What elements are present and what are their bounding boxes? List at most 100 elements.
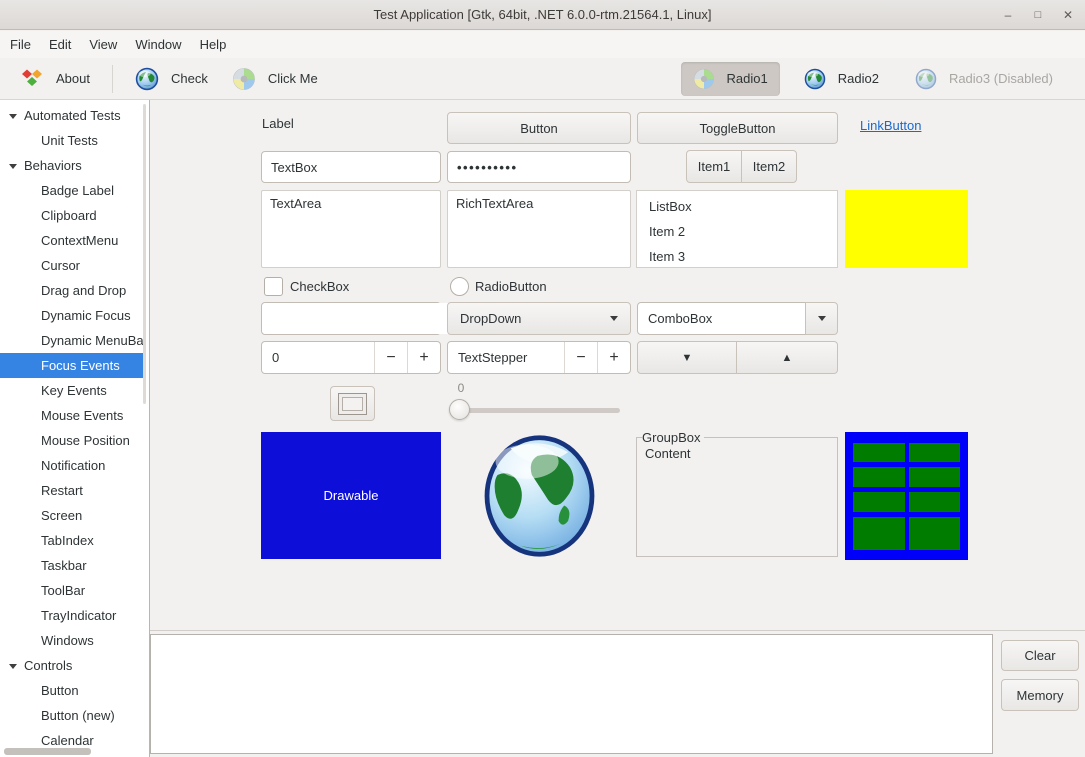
sidebar-item-taskbar[interactable]: Taskbar [0, 553, 145, 578]
sidebar-item-label: Drag and Drop [41, 283, 127, 298]
link-button[interactable]: LinkButton [860, 116, 921, 136]
sidebar-item-controls[interactable]: Controls [0, 653, 145, 678]
menu-item-file[interactable]: File [1, 31, 40, 58]
sidebar-item-label: ContextMenu [41, 233, 119, 248]
sidebar-item-key-events[interactable]: Key Events [0, 378, 145, 403]
sidebar-item-restart[interactable]: Restart [0, 478, 145, 503]
bordered-small-button[interactable] [330, 386, 375, 421]
text-stepper-value[interactable]: TextStepper [448, 342, 564, 373]
segment-button-item1[interactable]: Item1 [686, 150, 742, 183]
menu-item-view[interactable]: View [80, 31, 126, 58]
sidebar-item-label: Button [41, 683, 79, 698]
grid-box [845, 432, 968, 560]
editable-combobox[interactable] [261, 302, 467, 335]
tree-items: Automated Tests Unit Tests Behaviors Badge … [0, 103, 145, 753]
stepper-plus-button[interactable]: + [597, 342, 630, 373]
log-output[interactable] [150, 634, 993, 754]
text-stepper: TextStepper − + [447, 341, 631, 374]
grid-cell [853, 492, 905, 512]
grid-cell [853, 517, 905, 550]
horizontal-scrollbar-thumb[interactable] [4, 748, 91, 755]
grid-cell [853, 467, 905, 487]
sidebar-item-automated-tests[interactable]: Automated Tests [0, 103, 145, 128]
sidebar-item-button-new[interactable]: Button (new) [0, 703, 145, 728]
sidebar-item-clipboard[interactable]: Clipboard [0, 203, 145, 228]
radio-button-input[interactable] [450, 277, 469, 296]
sidebar-item-windows[interactable]: Windows [0, 628, 145, 653]
expander-icon[interactable] [9, 164, 17, 169]
grid-cell [908, 443, 960, 462]
yellow-panel [845, 190, 968, 268]
sidebar-item-label: Mouse Position [41, 433, 130, 448]
window-controls: – □ ✕ [1001, 0, 1075, 30]
clear-button[interactable]: Clear [1001, 640, 1079, 671]
dropdown-control[interactable]: DropDown [447, 302, 631, 335]
menu-item-window[interactable]: Window [126, 31, 190, 58]
sidebar-item-focus-events[interactable]: Focus Events [0, 353, 145, 378]
textarea[interactable]: TextArea [261, 190, 441, 268]
drawable-canvas[interactable]: Drawable [261, 432, 441, 559]
button-control[interactable]: Button [447, 112, 631, 144]
vertical-scrollbar[interactable] [143, 104, 146, 404]
sidebar-item-button[interactable]: Button [0, 678, 145, 703]
editable-combobox-input[interactable] [262, 303, 456, 334]
maximize-button[interactable]: □ [1031, 0, 1045, 30]
menu-item-help[interactable]: Help [191, 31, 236, 58]
combobox-dropdown-button[interactable] [805, 302, 838, 335]
password-input[interactable] [447, 151, 631, 183]
toggle-button[interactable]: ToggleButton [637, 112, 838, 144]
memory-button[interactable]: Memory [1001, 679, 1079, 711]
expander-icon[interactable] [9, 664, 17, 669]
stepper-minus-button[interactable]: − [564, 342, 597, 373]
toolbar-button-check[interactable]: Check [123, 62, 220, 96]
menu-item-edit[interactable]: Edit [40, 31, 80, 58]
sidebar-item-label: Focus Events [41, 358, 120, 373]
sidebar-item-mouse-position[interactable]: Mouse Position [0, 428, 145, 453]
sidebar-item-unit-tests[interactable]: Unit Tests [0, 128, 145, 153]
list-item[interactable]: Item 3 [637, 244, 837, 267]
slider-thumb[interactable] [449, 399, 470, 420]
sidebar-item-cursor[interactable]: Cursor [0, 253, 145, 278]
sidebar-item-mouse-events[interactable]: Mouse Events [0, 403, 145, 428]
numeric-stepper-value[interactable]: 0 [262, 342, 374, 373]
sidebar-item-badge-label[interactable]: Badge Label [0, 178, 145, 203]
sidebar-item-behaviors[interactable]: Behaviors [0, 153, 145, 178]
sidebar-item-label: Unit Tests [41, 133, 98, 148]
list-item[interactable]: ListBox [637, 194, 837, 219]
sidebar-item-screen[interactable]: Screen [0, 503, 145, 528]
sidebar-item-notification[interactable]: Notification [0, 453, 145, 478]
sidebar-item-label: Controls [24, 658, 73, 673]
sidebar-item-label: Mouse Events [41, 408, 124, 423]
textbox-input[interactable] [261, 151, 441, 183]
stepper-plus-button[interactable]: + [407, 342, 440, 373]
sidebar-item-label: TrayIndicator [41, 608, 117, 623]
stepper-minus-button[interactable]: − [374, 342, 407, 373]
sidebar-item-tabindex[interactable]: TabIndex [0, 528, 145, 553]
toolbar-button-about[interactable]: About [8, 62, 102, 96]
down-arrow-button[interactable]: ▼ [637, 341, 737, 374]
sidebar-item-toolbar[interactable]: ToolBar [0, 578, 145, 603]
segment-button-item2[interactable]: Item2 [741, 150, 797, 183]
up-arrow-button[interactable]: ▲ [736, 341, 838, 374]
list-item[interactable]: Item 2 [637, 219, 837, 244]
toolbar-button-label: About [56, 71, 90, 86]
combobox-value[interactable]: ComboBox [637, 302, 806, 335]
sidebar-item-dynamic-focus[interactable]: Dynamic Focus [0, 303, 145, 328]
minimize-button[interactable]: – [1001, 0, 1015, 30]
expander-icon[interactable] [9, 114, 17, 119]
sidebar-item-trayindicator[interactable]: TrayIndicator [0, 603, 145, 628]
sidebar-item-dynamic-menuba[interactable]: Dynamic MenuBa [0, 328, 145, 353]
slider-track[interactable] [450, 408, 620, 413]
segmented-button-group: Item1 Item2 [686, 150, 797, 183]
sidebar-item-label: Clipboard [41, 208, 97, 223]
globe-icon [135, 67, 159, 91]
toolbar-radio-radio1[interactable]: Radio1 [680, 61, 780, 96]
sidebar-item-contextmenu[interactable]: ContextMenu [0, 228, 145, 253]
sidebar-item-label: Calendar [41, 733, 94, 748]
toolbar-radio-radio2[interactable]: Radio2 [792, 62, 891, 96]
checkbox-input[interactable] [264, 277, 283, 296]
close-button[interactable]: ✕ [1061, 0, 1075, 30]
toolbar-button-click-me[interactable]: Click Me [220, 62, 330, 96]
sidebar-item-drag-and-drop[interactable]: Drag and Drop [0, 278, 145, 303]
rich-textarea[interactable]: RichTextArea [447, 190, 631, 268]
